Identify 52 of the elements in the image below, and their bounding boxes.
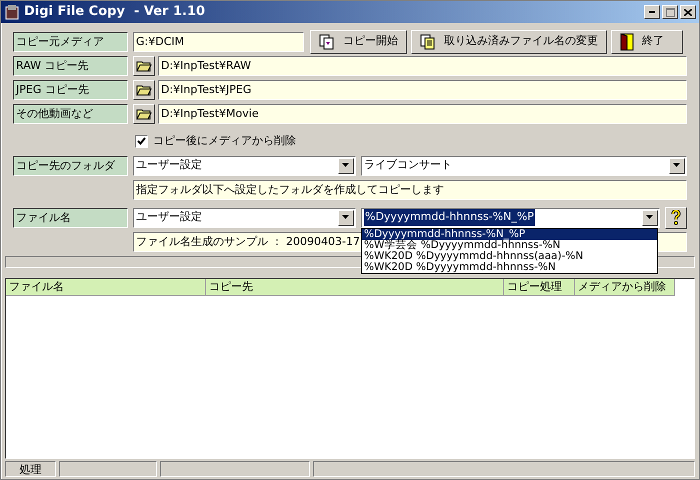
column-header[interactable]: ファイル名 <box>6 279 206 296</box>
path-field[interactable]: D:¥InpTest¥JPEG <box>158 80 687 100</box>
folder-icon <box>136 84 152 96</box>
column-header[interactable]: コピー先 <box>206 279 504 296</box>
dropdown-arrow-icon <box>646 215 654 220</box>
folder-preset-dropdown[interactable]: ライブコンサート <box>361 156 687 176</box>
filename-mode-dropdown[interactable]: ユーザー設定 <box>133 208 356 228</box>
dropdown-option[interactable]: %WK20D %Dyyyymmdd-hhnnss-%N <box>362 262 657 272</box>
copy-icon <box>319 34 335 50</box>
description-field: 指定フォルダ以下へ設定したフォルダを作成してコピーします <box>133 180 687 200</box>
close-icon <box>684 8 692 16</box>
field-label: その他動画など <box>13 104 128 124</box>
dropdown-arrow-icon <box>342 215 350 220</box>
dropdown-arrow-icon <box>342 163 350 168</box>
window-title: Digi File Copy - Ver 1.10 <box>24 3 206 22</box>
folder-mode-dropdown[interactable]: ユーザー設定 <box>133 156 356 176</box>
folder-icon <box>136 60 152 72</box>
column-header[interactable]: メディアから削除 <box>575 279 675 296</box>
document-icon <box>420 34 436 50</box>
browse-button[interactable] <box>133 104 155 124</box>
rename-button[interactable]: 取り込み済みファイル名の変更 <box>411 30 607 54</box>
field-label: コピー元メディア <box>13 32 128 52</box>
dropdown-option[interactable]: %W学芸会 %Dyyyymmdd-hhnnss-%N <box>362 240 657 250</box>
maximize-button[interactable] <box>662 5 678 19</box>
folder-icon <box>136 108 152 120</box>
filename-pattern-dropdown[interactable]: %Dyyyymmdd-hhnnss-%N_%P <box>361 208 660 228</box>
help-button[interactable] <box>665 206 687 228</box>
app-icon <box>4 4 20 20</box>
path-field[interactable]: D:¥InpTest¥RAW <box>158 56 687 76</box>
close-button[interactable] <box>680 5 696 19</box>
field-label: JPEG コピー先 <box>13 80 128 100</box>
browse-button[interactable] <box>133 80 155 100</box>
minimize-icon <box>649 11 655 13</box>
path-field[interactable]: D:¥InpTest¥Movie <box>158 104 687 124</box>
dropdown-arrow-icon <box>673 163 681 168</box>
field-label: RAW コピー先 <box>13 56 128 76</box>
checkbox-label: コピー後にメディアから削除 <box>153 133 296 150</box>
exit-button[interactable]: 終了 <box>611 30 683 54</box>
browse-button[interactable] <box>133 56 155 76</box>
copy-button[interactable]: コピー開始 <box>310 30 407 54</box>
delete-checkbox[interactable] <box>135 135 148 148</box>
minimize-button[interactable] <box>644 5 660 19</box>
door-icon <box>620 32 634 50</box>
dropdown-option[interactable]: %WK20D %Dyyyymmdd-hhnnss(aaa)-%N <box>362 250 657 262</box>
source-path-field[interactable]: G:¥DCIM <box>133 32 304 52</box>
help-icon <box>671 210 681 225</box>
status-panel: 処理 <box>5 461 56 477</box>
field-label: コピー先のフォルダ <box>13 156 128 176</box>
field-label: ファイル名 <box>13 208 128 228</box>
dropdown-option[interactable]: %Dyyyymmdd-hhnnss-%N_%P <box>362 228 657 240</box>
column-header[interactable]: コピー処理 <box>504 279 575 296</box>
maximize-icon <box>666 8 674 16</box>
